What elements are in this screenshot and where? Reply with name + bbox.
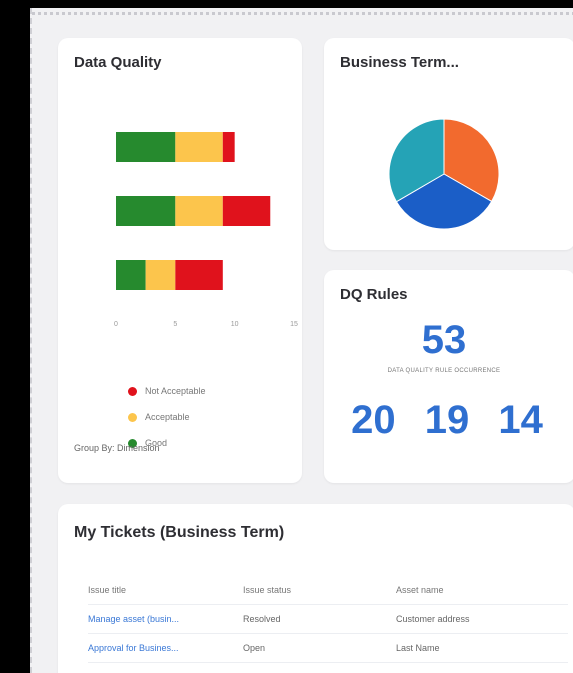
bar-segment-good: [116, 196, 176, 226]
tickets-table-header: Issue title Issue status Asset name: [88, 576, 568, 605]
column-header-issue-status[interactable]: Issue status: [243, 585, 396, 595]
legend-label: Not Acceptable: [145, 386, 206, 396]
my-tickets-title: My Tickets (Business Term): [74, 524, 285, 541]
legend-item-not-acceptable[interactable]: Not Acceptable: [128, 378, 206, 404]
dq-rules-total: 53: [421, 318, 467, 362]
table-row: Manage asset (busin... Resolved Customer…: [88, 605, 568, 634]
bar-segment-acceptable: [175, 132, 223, 162]
dq-rules-count: 19: [424, 398, 470, 442]
legend-dot-acceptable: [128, 412, 137, 422]
asset-name: Customer address: [396, 614, 470, 624]
data-quality-chart[interactable]: 0 5 10 15: [58, 38, 302, 368]
legend-dot-not-acceptable: [128, 386, 137, 396]
drop-zone-border: [32, 12, 573, 15]
legend-label: Acceptable: [145, 412, 190, 422]
business-terms-pie-chart[interactable]: [324, 38, 573, 250]
dq-rules-caption: DATA QUALITY RULE OCCURRENCE: [387, 368, 501, 374]
legend-item-acceptable[interactable]: Acceptable: [128, 404, 206, 430]
bar-segment-good: [116, 132, 176, 162]
dq-rules-count: 14: [498, 398, 543, 442]
bar-segment-not-acceptable: [222, 196, 271, 226]
x-tick-label: 5: [173, 321, 177, 328]
issue-status: Open: [243, 643, 266, 653]
column-header-issue-title[interactable]: Issue title: [88, 585, 243, 595]
x-tick-label: 15: [290, 321, 298, 328]
dashboard-canvas: Data Quality 0 5 10 15 Not Acceptable Accep…: [30, 8, 573, 673]
data-quality-card[interactable]: Data Quality 0 5 10 15 Not Acceptable Accep…: [58, 38, 302, 483]
bar-segment-not-acceptable: [222, 132, 235, 162]
asset-name: Last Name: [396, 643, 440, 653]
dq-rules-counts: 20 19 14: [324, 398, 570, 443]
bar-segment-good: [116, 260, 146, 290]
bar-segment-not-acceptable: [175, 260, 223, 290]
bar-segment-acceptable: [145, 260, 176, 290]
bar-segment-acceptable: [175, 196, 223, 226]
column-header-asset-name[interactable]: Asset name: [396, 585, 556, 595]
my-tickets-card[interactable]: My Tickets (Business Term) Issue title I…: [58, 504, 573, 673]
dq-rules-card[interactable]: DQ Rules 53 DATA QUALITY RULE OCCURRENCE…: [324, 270, 573, 483]
issue-status: Resolved: [243, 614, 281, 624]
x-tick-label: 0: [114, 321, 118, 328]
x-tick-label: 10: [231, 321, 239, 328]
business-terms-card[interactable]: Business Term...: [324, 38, 573, 250]
issue-title-link[interactable]: Manage asset (busin...: [88, 614, 243, 624]
table-row: Approval for Busines... Open Last Name: [88, 634, 568, 663]
dq-rules-title: DQ Rules: [340, 286, 408, 303]
group-by-selector[interactable]: Group By: Dimension: [74, 443, 160, 453]
tickets-table: Issue title Issue status Asset name Mana…: [88, 576, 568, 663]
dq-rules-count: 20: [351, 398, 396, 442]
issue-title-link[interactable]: Approval for Busines...: [88, 643, 243, 653]
